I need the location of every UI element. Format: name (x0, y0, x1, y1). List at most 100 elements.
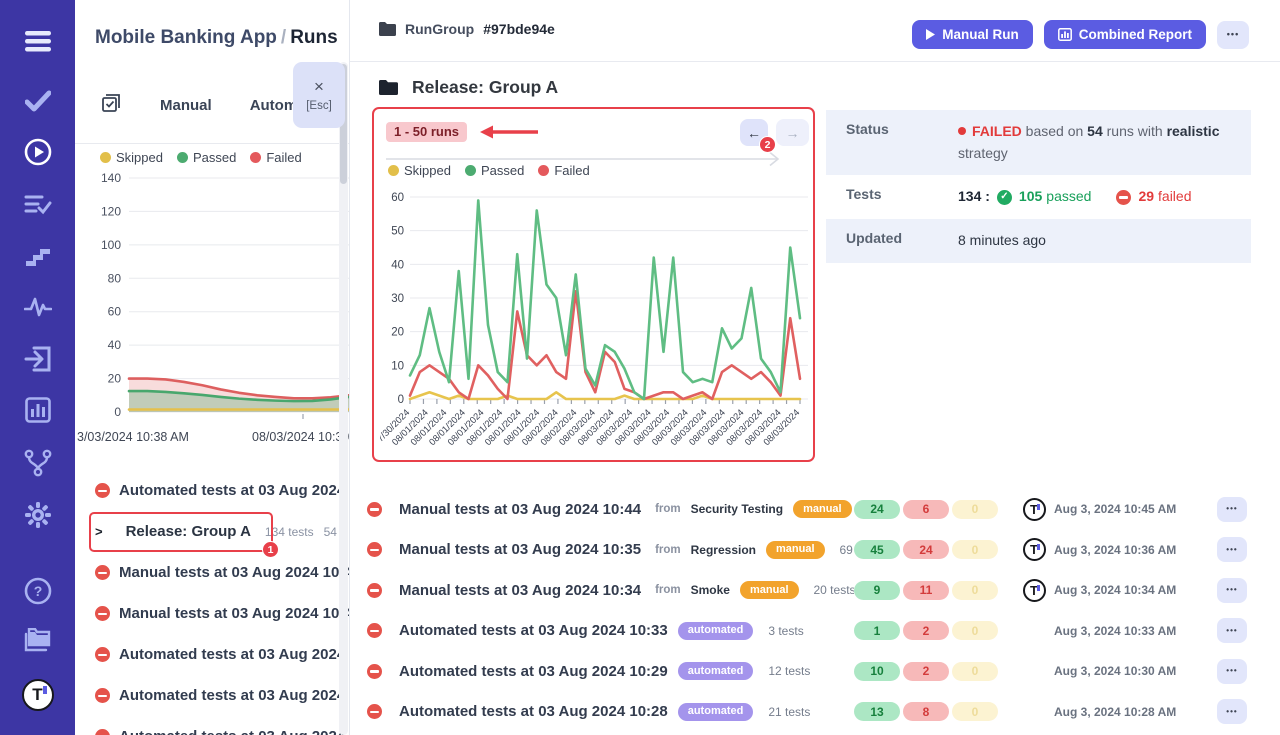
breadcrumb-separator: / (277, 27, 290, 48)
reporter-logo-slot: T (1014, 700, 1054, 723)
run-title[interactable]: Manual tests at 03 Aug 2024 10:35 (399, 541, 641, 558)
svg-text:120: 120 (101, 204, 121, 218)
x-label-end: 08/03/2024 10:39 (252, 430, 349, 444)
failed-minus-icon (367, 583, 382, 598)
svg-text:40: 40 (391, 259, 404, 271)
x-label-start: 3/03/2024 10:38 AM (77, 430, 189, 444)
play-circle-icon[interactable] (0, 138, 75, 166)
run-title[interactable]: Automated tests at 03 Aug 2024 10:28 (399, 703, 668, 720)
activity-icon[interactable] (0, 295, 75, 319)
failed-minus-icon (95, 688, 110, 703)
list-item[interactable]: Automated tests at 03 Aug 2024 10 (75, 634, 349, 675)
run-title: Automated tests at 03 Aug 2024 10 (119, 728, 349, 735)
annotation-box-chart: 1 - 50 runs ← → 2 SkippedPassedFailed 60… (372, 107, 815, 462)
list-item[interactable]: Manual tests at 03 Aug 2024 10:43 (75, 552, 349, 593)
annotation-badge-1: 1 (262, 541, 279, 558)
run-source: Smoke (691, 583, 730, 597)
failed-minus-icon (1116, 190, 1131, 205)
left-chart-x-axis: 3/03/2024 10:38 AM 08/03/2024 10:39 (75, 430, 349, 448)
failed-pill: 11 (903, 581, 949, 600)
run-title[interactable]: Manual tests at 03 Aug 2024 10:44 (399, 501, 641, 518)
help-icon[interactable]: ? (0, 577, 75, 605)
next-page-button[interactable]: → (776, 119, 809, 146)
run-source: Regression (691, 543, 756, 557)
run-type-badge: manual (740, 581, 799, 599)
run-title[interactable]: Automated tests at 03 Aug 2024 10:29 (399, 663, 668, 680)
tests-count: 69 tests (840, 543, 855, 557)
tab-manual[interactable]: Manual (160, 97, 212, 114)
row-more-button[interactable]: ••• (1217, 618, 1247, 643)
result-pills: 45 24 0 (854, 540, 1014, 559)
run-row[interactable]: Automated tests at 03 Aug 2024 10:33 aut… (350, 611, 1280, 652)
list-item[interactable]: Automated tests at 03 Aug 2024 10 (75, 470, 349, 511)
git-branch-icon[interactable] (0, 449, 75, 477)
row-more-button[interactable]: ••• (1217, 699, 1247, 724)
row-more-button[interactable]: ••• (1217, 497, 1247, 522)
passed-pill: 24 (854, 500, 900, 519)
failed-pill: 2 (903, 621, 949, 640)
esc-close-popup[interactable]: × [Esc] (293, 62, 345, 128)
skipped-pill: 0 (952, 621, 998, 640)
from-label: from (655, 544, 681, 556)
sign-in-icon[interactable] (0, 345, 75, 372)
left-panel-scrollbar[interactable] (339, 62, 348, 735)
annotation-box-group: 1 (89, 512, 273, 552)
manual-run-button[interactable]: Manual Run (912, 20, 1033, 49)
runs-left-panel: Mobile Banking App/Runs Manual Automated… (75, 0, 349, 735)
testomat-logo[interactable]: T (0, 678, 75, 712)
legend-dot (100, 152, 111, 163)
svg-text:30: 30 (391, 293, 404, 305)
svg-text:80: 80 (108, 271, 122, 285)
menu-icon[interactable] (0, 26, 75, 56)
run-row[interactable]: Automated tests at 03 Aug 2024 10:29 aut… (350, 651, 1280, 692)
esc-key-hint: [Esc] (306, 100, 332, 112)
run-timestamp: Aug 3, 2024 10:33 AM (1054, 624, 1204, 638)
run-title[interactable]: Manual tests at 03 Aug 2024 10:34 (399, 582, 641, 599)
passed-pill: 1 (854, 621, 900, 640)
legend-dot (388, 165, 399, 176)
folders-icon[interactable] (0, 628, 75, 654)
result-pills: 10 2 0 (854, 662, 1014, 681)
tests-value: 134 : ✓ 105 passed 29 failed (958, 175, 1205, 219)
row-more-slot: ••• (1204, 618, 1280, 643)
rungroup-main: RunGroup #97bde94e Manual Run Combined R… (349, 0, 1280, 735)
check-icon[interactable] (0, 88, 75, 114)
list-item[interactable]: Automated tests at 03 Aug 2024 10 (75, 716, 349, 735)
legend-item: Failed (250, 150, 301, 165)
run-title[interactable]: Automated tests at 03 Aug 2024 10:33 (399, 622, 668, 639)
breadcrumb-project[interactable]: Mobile Banking App (95, 27, 277, 48)
steps-icon[interactable] (0, 244, 75, 268)
legend-item: Skipped (388, 163, 451, 178)
breadcrumb-page: Runs (290, 27, 338, 48)
tests-row: Tests 134 : ✓ 105 passed 29 failed (826, 175, 1251, 219)
play-icon (926, 29, 935, 40)
bar-chart-icon[interactable] (0, 397, 75, 423)
close-icon[interactable]: × (314, 78, 324, 95)
list-item[interactable]: Automated tests at 03 Aug 2024 10 (75, 675, 349, 716)
annotation-badge-2: 2 (759, 136, 776, 153)
app-window: ? T Mobile Banking App/Runs Manual Autom… (0, 0, 1280, 735)
list-check-icon[interactable] (0, 192, 75, 218)
run-row[interactable]: Manual tests at 03 Aug 2024 10:44 from S… (350, 489, 1280, 530)
run-type-badge: manual (766, 541, 825, 559)
svg-text:?: ? (33, 583, 42, 599)
row-more-button[interactable]: ••• (1217, 659, 1247, 684)
run-title: Automated tests at 03 Aug 2024 10 (119, 687, 349, 704)
run-row[interactable]: Automated tests at 03 Aug 2024 10:28 aut… (350, 692, 1280, 733)
run-row[interactable]: Manual tests at 03 Aug 2024 10:34 from S… (350, 570, 1280, 611)
run-type-badge: automated (678, 622, 754, 640)
combined-report-button[interactable]: Combined Report (1044, 20, 1206, 49)
left-chart-legend: SkippedPassedFailed (100, 150, 302, 165)
row-more-button[interactable]: ••• (1217, 578, 1247, 603)
select-runs-icon[interactable] (101, 92, 122, 118)
settings-gear-icon[interactable] (0, 501, 75, 529)
list-item[interactable]: Manual tests at 03 Aug 2024 10:42 (75, 593, 349, 634)
header-more-button[interactable]: ••• (1217, 21, 1249, 49)
runs-range-label: 1 - 50 runs (386, 122, 467, 142)
annotation-arrow-left (480, 125, 540, 139)
result-pills: 13 8 0 (854, 702, 1014, 721)
row-more-button[interactable]: ••• (1217, 537, 1247, 562)
legend-dot (177, 152, 188, 163)
rungroup-header: RunGroup #97bde94e Manual Run Combined R… (350, 0, 1280, 62)
run-row[interactable]: Manual tests at 03 Aug 2024 10:35 from R… (350, 530, 1280, 571)
